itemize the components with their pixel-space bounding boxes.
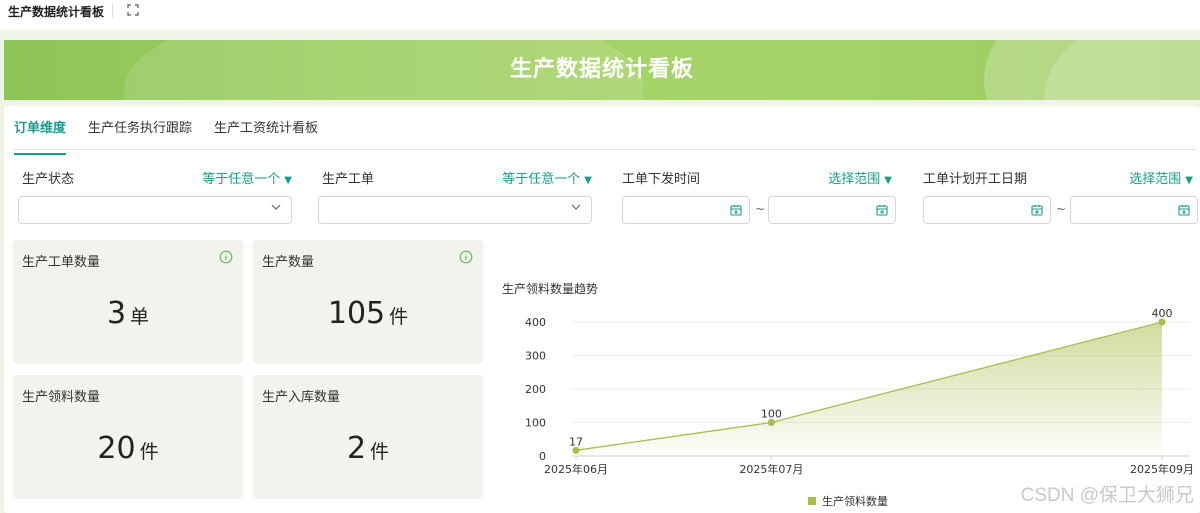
x-tick-label: 2025年06月 <box>544 462 608 476</box>
filter-operator-dropdown[interactable]: 等于任意一个 ▼ <box>502 170 592 190</box>
banner-title: 生产数据统计看板 <box>509 57 694 82</box>
x-tick-label: 2025年09月 <box>1130 462 1194 476</box>
production-status-select[interactable] <box>18 196 292 224</box>
filter-operator-label: 选择范围 <box>828 172 881 187</box>
legend-label: 生产领料数量 <box>822 494 888 508</box>
stat-label: 生产领料数量 <box>22 390 101 405</box>
stat-card-inbound-qty: 生产入库数量 2件 <box>253 375 483 499</box>
stat-number: 105 <box>327 296 386 331</box>
filter-operator-dropdown[interactable]: 选择范围 ▼ <box>828 170 892 190</box>
y-tick-label: 300 <box>525 350 546 363</box>
stat-label: 生产工单数量 <box>22 255 101 270</box>
filter-operator-dropdown[interactable]: 等于任意一个 ▼ <box>202 170 292 190</box>
stat-label: 生产数量 <box>262 255 315 270</box>
filter-label: 工单计划开工日期 <box>923 172 1028 187</box>
legend-swatch <box>808 497 816 505</box>
stat-unit: 单 <box>130 306 150 328</box>
stat-value: 2件 <box>253 431 483 466</box>
y-tick-label: 100 <box>525 417 546 430</box>
issue-time-end-input[interactable] <box>768 196 896 224</box>
window-title: 生产数据统计看板 <box>8 4 105 19</box>
caret-down-icon: ▼ <box>584 175 592 186</box>
info-icon[interactable] <box>459 250 473 264</box>
tab-bar: 订单维度 生产任务执行跟踪 生产工资统计看板 <box>14 114 1196 155</box>
dashboard-banner: 生产数据统计看板 <box>4 40 1200 100</box>
filter-planned-start-date: 工单计划开工日期 选择范围 ▼ ~ <box>919 170 1198 224</box>
stat-number: 3 <box>106 296 127 331</box>
calendar-icon <box>1178 205 1190 216</box>
filter-issue-time: 工单下发时间 选择范围 ▼ ~ <box>618 170 896 224</box>
stat-unit: 件 <box>370 441 390 463</box>
calendar-icon <box>876 205 888 216</box>
data-label: 17 <box>569 435 583 448</box>
dashboard-panel: 订单维度 生产任务执行跟踪 生产工资统计看板 生产状态 等于任意一个 ▼ 生产工单… <box>4 106 1200 513</box>
filter-label: 生产工单 <box>322 172 375 187</box>
y-tick-label: 400 <box>525 316 546 329</box>
stat-number: 2 <box>346 431 367 466</box>
filter-label: 工单下发时间 <box>622 172 701 187</box>
range-separator: ~ <box>755 202 766 216</box>
caret-down-icon: ▼ <box>1185 175 1193 186</box>
x-tick-label: 2025年07月 <box>739 462 803 476</box>
stat-card-work-orders: 生产工单数量 3单 <box>13 240 243 364</box>
issue-time-start-input[interactable] <box>622 196 750 224</box>
data-label: 100 <box>761 408 782 421</box>
calendar-icon <box>730 205 742 216</box>
tab-order-dimension[interactable]: 订单维度 <box>14 114 67 155</box>
range-separator: ~ <box>1056 202 1067 216</box>
filter-production-status: 生产状态 等于任意一个 ▼ <box>18 170 294 224</box>
chevron-down-icon <box>271 204 281 210</box>
info-icon[interactable] <box>219 250 233 264</box>
stat-value: 3单 <box>13 296 243 331</box>
stat-number: 20 <box>97 431 136 466</box>
stat-card-production-qty: 生产数量 105 件 <box>253 240 483 364</box>
caret-down-icon: ▼ <box>884 175 892 186</box>
window-titlebar: 生产数据统计看板 <box>0 0 1200 22</box>
stat-card-material-qty: 生产领料数量 20 件 <box>13 375 243 499</box>
calendar-icon <box>1031 205 1043 216</box>
watermark: CSDN @保卫大狮兄 <box>1020 485 1194 506</box>
filter-operator-label: 等于任意一个 <box>502 172 581 187</box>
y-tick-label: 0 <box>539 450 546 463</box>
chart-title: 生产领料数量趋势 <box>502 282 599 296</box>
data-label: 400 <box>1152 307 1173 320</box>
stat-label: 生产入库数量 <box>262 390 341 405</box>
filter-operator-label: 等于任意一个 <box>202 172 281 187</box>
filter-operator-dropdown[interactable]: 选择范围 ▼ <box>1129 170 1193 190</box>
stat-unit: 件 <box>389 306 409 328</box>
filter-label: 生产状态 <box>22 172 75 187</box>
y-tick-label: 200 <box>525 383 546 396</box>
planned-start-date-start-input[interactable] <box>923 196 1051 224</box>
chevron-down-icon <box>571 204 581 210</box>
tab-wage-stats[interactable]: 生产工资统计看板 <box>214 114 318 149</box>
stat-value: 20 件 <box>13 431 243 466</box>
work-order-select[interactable] <box>318 196 592 224</box>
filter-work-order: 生产工单 等于任意一个 ▼ <box>318 170 594 224</box>
fullscreen-icon[interactable] <box>127 3 139 19</box>
titlebar-divider <box>112 4 114 18</box>
stat-value: 105 件 <box>253 296 483 331</box>
caret-down-icon: ▼ <box>284 175 292 186</box>
dashboard-frame: 生产数据统计看板 订单维度 生产任务执行跟踪 生产工资统计看板 生产状态 等于任… <box>0 30 1200 513</box>
tab-task-tracking[interactable]: 生产任务执行跟踪 <box>88 114 192 149</box>
stat-unit: 件 <box>139 441 159 463</box>
filter-operator-label: 选择范围 <box>1129 172 1182 187</box>
planned-start-date-end-input[interactable] <box>1070 196 1198 224</box>
